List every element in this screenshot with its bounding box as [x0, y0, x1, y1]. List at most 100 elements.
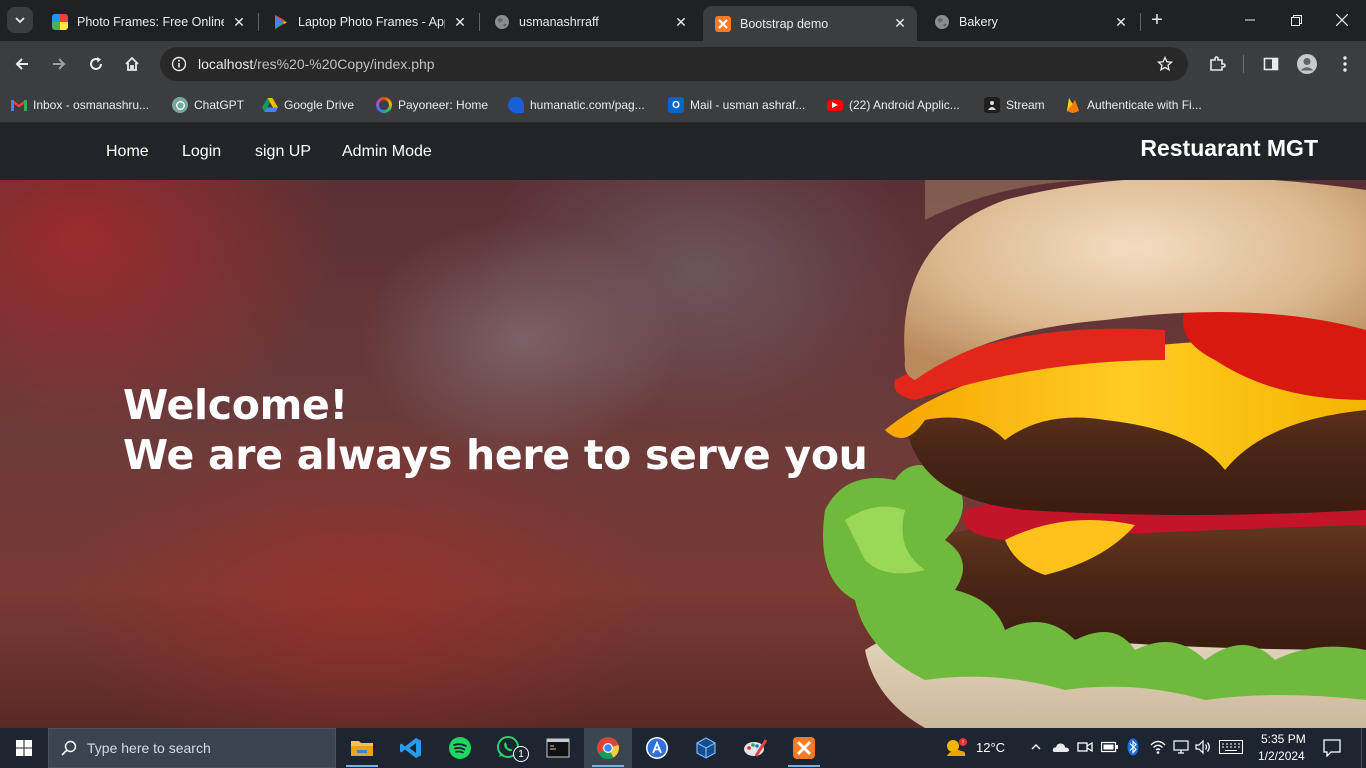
close-icon[interactable]: ✕	[230, 13, 248, 31]
stream-icon	[984, 97, 1000, 113]
bookmark-label: ChatGPT	[194, 98, 245, 112]
url-text[interactable]: localhost/res%20-%20Copy/index.php	[198, 56, 435, 72]
bookmark-youtube[interactable]: (22) Android Applic...	[827, 94, 960, 116]
chrome-app[interactable]	[584, 728, 632, 768]
vscode-app[interactable]	[387, 728, 435, 768]
hero-line-tagline: We are always here to serve you	[123, 431, 868, 479]
virtualbox-app[interactable]	[682, 728, 730, 768]
windows-taskbar: Type here to search 1 ! 12°C 5:35 PM 1/2…	[0, 728, 1366, 768]
show-desktop-button[interactable]	[1361, 728, 1366, 768]
bookmark-label: humanatic.com/pag...	[530, 98, 645, 112]
app-store-app[interactable]	[633, 728, 681, 768]
gmail-icon	[11, 97, 27, 113]
restore-button[interactable]	[1273, 0, 1319, 40]
bookmark-humanatic[interactable]: humanatic.com/pag...	[508, 94, 645, 116]
tab-photo-frames[interactable]: Photo Frames: Free Online Photo Frames ✕	[40, 6, 256, 38]
bookmark-label: Authenticate with Fi...	[1087, 98, 1202, 112]
paint-app[interactable]	[731, 728, 779, 768]
close-icon[interactable]: ✕	[891, 15, 909, 33]
notifications-icon[interactable]	[1323, 739, 1341, 762]
volume-icon[interactable]	[1195, 739, 1211, 760]
side-panel-button[interactable]	[1257, 50, 1285, 78]
clock-time[interactable]: 5:35 PM	[1261, 732, 1306, 746]
site-info-icon[interactable]	[168, 53, 190, 75]
meet-now-icon[interactable]	[1077, 739, 1093, 760]
file-explorer-app[interactable]	[338, 728, 386, 768]
close-icon[interactable]: ✕	[451, 13, 469, 31]
menu-button[interactable]	[1331, 50, 1359, 78]
close-icon[interactable]: ✕	[1112, 13, 1130, 31]
start-button[interactable]	[0, 728, 48, 768]
puzzle-icon	[1210, 56, 1226, 71]
profile-avatar[interactable]	[1293, 50, 1321, 78]
minimize-button[interactable]	[1227, 0, 1273, 40]
site-brand[interactable]: Restuarant MGT	[1140, 135, 1318, 162]
keyboard-icon[interactable]	[1219, 740, 1243, 759]
chatgpt-icon	[172, 97, 188, 113]
bookmark-inbox[interactable]: Inbox - osmanashru...	[11, 94, 149, 116]
terminal-app[interactable]	[534, 728, 582, 768]
globe-icon	[494, 14, 510, 30]
url-host: localhost	[198, 56, 254, 72]
extensions-button[interactable]	[1203, 50, 1231, 78]
bookmark-outlook-mail[interactable]: O Mail - usman ashraf...	[668, 94, 805, 116]
youtube-icon	[827, 99, 843, 111]
bookmark-label: Google Drive	[284, 98, 355, 112]
reload-icon	[90, 57, 102, 70]
colorful-squares-icon	[52, 14, 68, 30]
clock-date[interactable]: 1/2/2024	[1258, 749, 1305, 763]
globe-icon	[934, 14, 950, 30]
bookmark-label: Stream	[1006, 98, 1045, 112]
new-tab-button[interactable]: +	[1146, 10, 1168, 32]
nav-link-home[interactable]: Home	[106, 143, 149, 161]
chevron-down-icon	[15, 17, 25, 24]
address-bar[interactable]: localhost/res%20-%20Copy/index.php	[160, 47, 1188, 81]
google-play-icon	[273, 14, 289, 30]
nav-link-signup[interactable]: sign UP	[255, 143, 311, 161]
side-panel-icon	[1263, 57, 1279, 71]
battery-icon[interactable]	[1100, 740, 1119, 758]
tab-title: Bootstrap demo	[740, 16, 829, 31]
bookmark-chatgpt[interactable]: ChatGPT	[172, 94, 244, 116]
tab-bootstrap-demo[interactable]: Bootstrap demo ✕	[703, 6, 917, 41]
back-button[interactable]	[8, 50, 36, 78]
taskbar-search-placeholder: Type here to search	[87, 740, 211, 756]
bluetooth-icon[interactable]	[1127, 738, 1139, 761]
onedrive-cloud-icon[interactable]	[1052, 740, 1070, 759]
bookmark-stream[interactable]: Stream	[984, 94, 1045, 116]
taskbar-search[interactable]: Type here to search	[48, 728, 336, 768]
whatsapp-app[interactable]: 1	[485, 728, 533, 768]
bookmark-payoneer[interactable]: Payoneer: Home	[376, 94, 488, 116]
forward-button[interactable]	[45, 50, 73, 78]
minimize-icon	[1245, 19, 1255, 21]
google-drive-icon	[262, 97, 278, 113]
close-window-button[interactable]	[1319, 0, 1365, 40]
tab-bakery[interactable]: Bakery ✕	[922, 6, 1138, 38]
site-navbar: Home Login sign UP Admin Mode Restuarant…	[0, 123, 1366, 180]
bookmark-star-icon[interactable]	[1154, 53, 1176, 75]
bookmark-google-drive[interactable]: Google Drive	[262, 94, 354, 116]
tab-search-button[interactable]	[7, 7, 33, 33]
tab-usmanashrraff[interactable]: usmanashrraff ✕	[482, 6, 698, 38]
kebab-menu-icon	[1343, 56, 1347, 72]
close-icon[interactable]: ✕	[672, 13, 690, 31]
search-icon	[61, 740, 77, 756]
weather-icon[interactable]: !	[943, 736, 969, 760]
weather-temperature[interactable]: 12°C	[976, 740, 1005, 755]
home-icon	[125, 56, 139, 71]
xampp-app[interactable]	[780, 728, 828, 768]
network-display-icon[interactable]	[1173, 739, 1189, 760]
bookmark-firebase[interactable]: Authenticate with Fi...	[1065, 94, 1202, 116]
reload-button[interactable]	[82, 50, 110, 78]
toolbar-divider	[1243, 55, 1244, 73]
home-button[interactable]	[118, 50, 146, 78]
nav-link-admin-mode[interactable]: Admin Mode	[342, 143, 432, 161]
nav-link-login[interactable]: Login	[182, 143, 221, 161]
bookmark-label: (22) Android Applic...	[849, 98, 960, 112]
palette-icon	[744, 739, 768, 757]
tab-laptop-photo-frames[interactable]: Laptop Photo Frames - Apps on Google Pla…	[261, 6, 477, 38]
tray-overflow-chevron-icon[interactable]	[1030, 740, 1042, 758]
wifi-icon[interactable]	[1150, 739, 1166, 760]
spotify-app[interactable]	[436, 728, 484, 768]
tab-divider	[258, 13, 259, 31]
